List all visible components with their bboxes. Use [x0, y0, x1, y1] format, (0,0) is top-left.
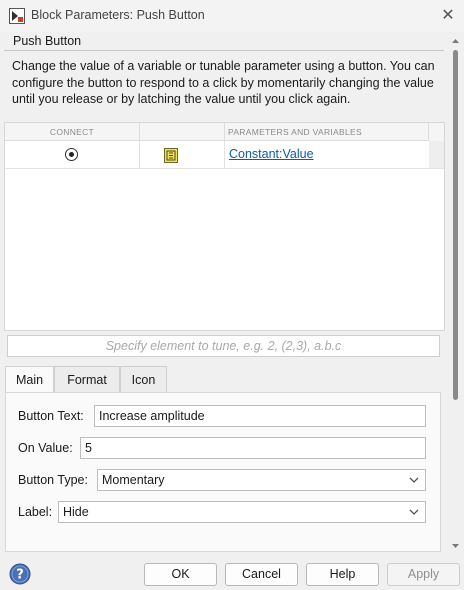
- connection-table: CONNECT PARAMETERS AND VARIABLES Constan…: [4, 122, 445, 331]
- radio-selected-dot: [69, 152, 74, 157]
- connect-cell: [5, 141, 140, 168]
- button-text-label: Button Text:: [18, 409, 84, 423]
- tab-main[interactable]: Main: [5, 366, 54, 392]
- on-value-label: On Value:: [18, 441, 73, 455]
- block-icon-cell: [140, 141, 225, 168]
- label-visibility-value: Hide: [63, 505, 89, 519]
- chevron-down-icon: [409, 477, 419, 483]
- tab-icon[interactable]: Icon: [120, 366, 167, 392]
- button-text-input[interactable]: Increase amplitude: [94, 405, 426, 427]
- connect-radio-button[interactable]: [65, 148, 78, 161]
- group-title: Push Button: [13, 34, 82, 48]
- scroll-up-arrow-icon[interactable]: [451, 36, 460, 46]
- column-header-connect[interactable]: CONNECT: [5, 123, 140, 141]
- close-icon[interactable]: ✕: [438, 6, 458, 26]
- constant-block-icon: [164, 148, 178, 163]
- chevron-down-icon: [409, 509, 419, 515]
- window-title: Block Parameters: Push Button: [31, 8, 205, 22]
- button-type-label: Button Type:: [18, 473, 88, 487]
- table-row[interactable]: Constant:Value: [5, 141, 444, 169]
- row-scroll-spacer: [429, 141, 444, 168]
- table-header: CONNECT PARAMETERS AND VARIABLES: [5, 123, 444, 141]
- button-type-select[interactable]: Momentary: [97, 469, 426, 491]
- column-header-icon: [140, 123, 225, 141]
- on-value-input[interactable]: 5: [80, 437, 426, 459]
- group-divider: [4, 50, 444, 51]
- tab-container: Main Format Icon: [4, 366, 445, 552]
- header-scroll-spacer: [429, 123, 444, 141]
- apply-button[interactable]: Apply: [387, 563, 460, 586]
- block-description: Change the value of a variable or tunabl…: [12, 59, 435, 106]
- help-button[interactable]: Help: [306, 563, 379, 586]
- ok-button[interactable]: OK: [144, 563, 217, 586]
- svg-text:?: ?: [16, 568, 24, 583]
- scroll-down-arrow-icon[interactable]: [451, 541, 460, 551]
- parameter-link-constant-value[interactable]: Constant:Value: [229, 147, 314, 161]
- column-header-parameters[interactable]: PARAMETERS AND VARIABLES: [225, 123, 429, 141]
- label-visibility-select[interactable]: Hide: [58, 501, 426, 523]
- tab-format[interactable]: Format: [54, 366, 120, 392]
- label-visibility-label: Label:: [18, 505, 53, 519]
- simulink-app-icon: [9, 8, 25, 24]
- button-type-value: Momentary: [102, 473, 165, 487]
- scrollbar-thumb[interactable]: [453, 50, 458, 400]
- vertical-scrollbar[interactable]: [449, 36, 462, 552]
- specify-element-input[interactable]: Specify element to tune, e.g. 2, (2,3), …: [7, 335, 440, 357]
- cancel-button[interactable]: Cancel: [225, 563, 298, 586]
- help-question-icon[interactable]: ?: [9, 563, 31, 585]
